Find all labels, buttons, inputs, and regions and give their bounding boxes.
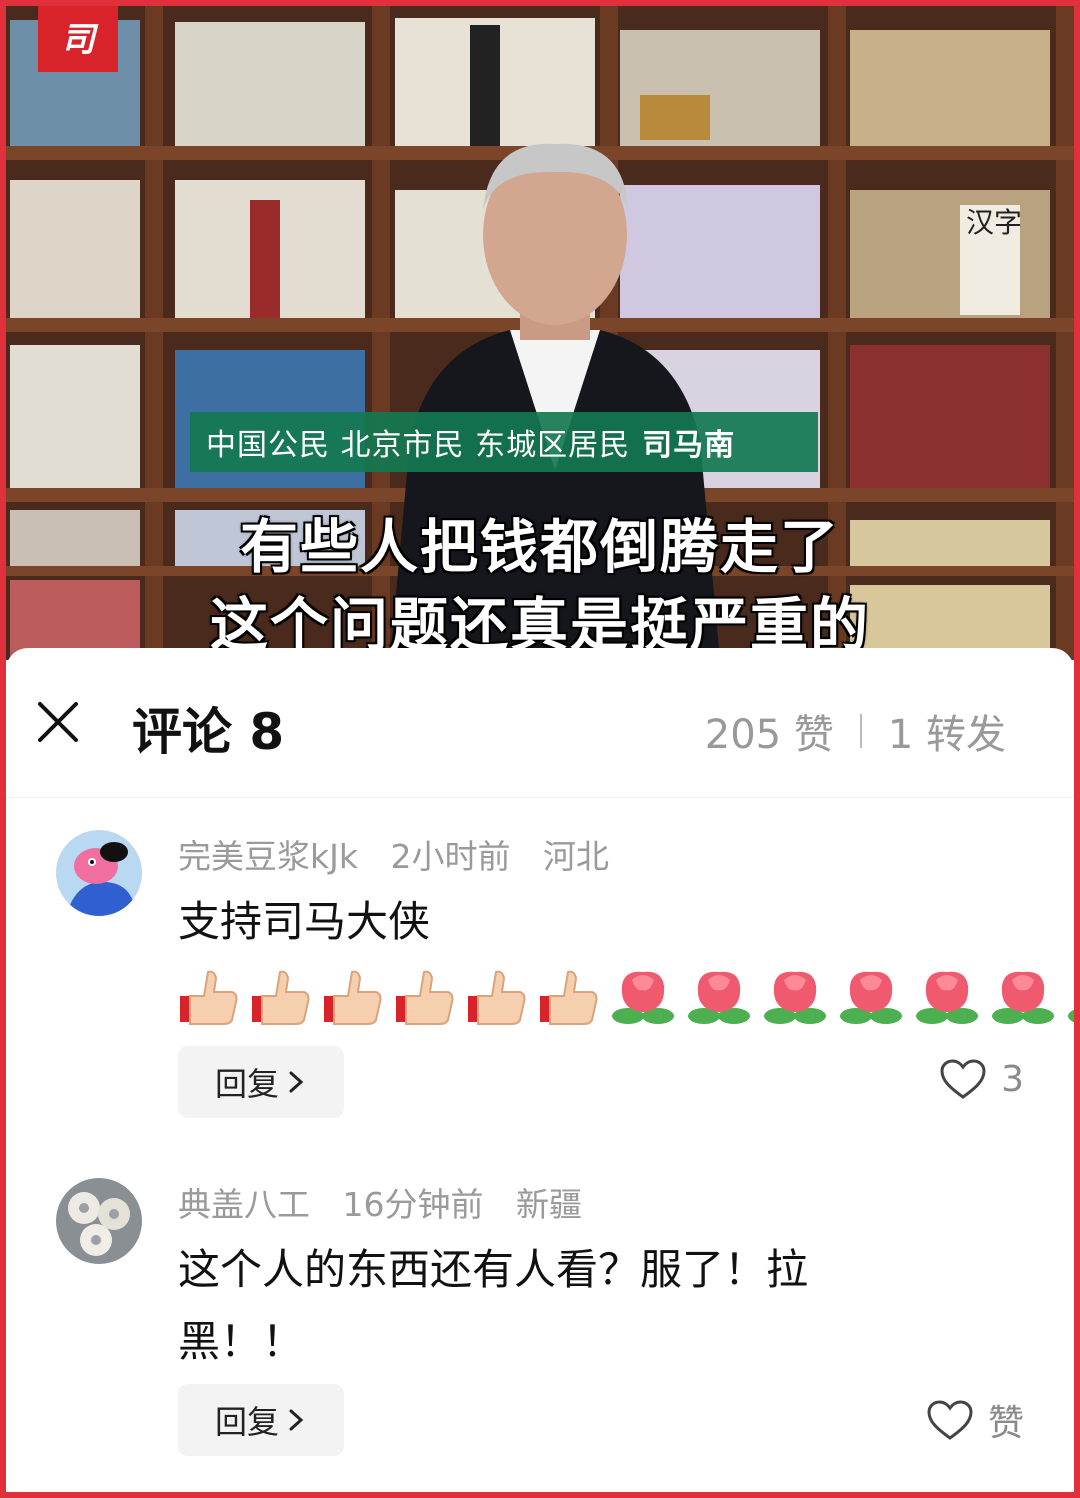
reply-button[interactable]: 回复 bbox=[178, 1384, 344, 1456]
comment-location: 河北 bbox=[542, 837, 609, 876]
video-player[interactable]: 汉字 司 中国公民 北京市民 东城区居民 司马南 有些人把钱都倒腾走了 这个问题… bbox=[0, 0, 1080, 660]
channel-logo: 司 bbox=[38, 0, 118, 72]
close-icon bbox=[38, 702, 78, 742]
shares-count[interactable]: 1 转发 bbox=[888, 702, 1006, 760]
comment-meta: 典盖八工 16分钟前 新疆 bbox=[178, 1178, 604, 1226]
like-count: 3 bbox=[1001, 1058, 1024, 1100]
emoji-group bbox=[178, 966, 1080, 1028]
comment-body: 支持司马大侠 bbox=[178, 897, 431, 946]
rose-icon bbox=[916, 971, 978, 1024]
heart-icon bbox=[927, 1400, 973, 1440]
like-button[interactable]: 3 bbox=[939, 1058, 1024, 1100]
pattern-avatar-icon bbox=[56, 1178, 142, 1264]
chevron-right-icon bbox=[289, 1409, 304, 1431]
rose-icon bbox=[840, 971, 902, 1024]
rose-icon bbox=[1068, 978, 1080, 1024]
thumbs-up-icon bbox=[180, 970, 238, 1025]
reply-label: 回复 bbox=[214, 1065, 279, 1103]
comment-location: 新疆 bbox=[516, 1185, 582, 1224]
likes-count[interactable]: 205 赞 bbox=[705, 702, 834, 760]
rose-icon bbox=[764, 971, 826, 1024]
comment-author[interactable]: 典盖八工 bbox=[178, 1185, 310, 1224]
reply-label: 回复 bbox=[214, 1403, 279, 1441]
comment-sheet: 评论 8 205 赞 1 转发 完美豆浆kJk 2小时前 河北 支持司马大侠 回… bbox=[6, 648, 1080, 1498]
close-button[interactable] bbox=[36, 700, 80, 744]
stats-divider bbox=[859, 714, 862, 748]
rose-icon bbox=[688, 971, 750, 1024]
like-label: 赞 bbox=[987, 1403, 1024, 1444]
cartoon-avatar-icon bbox=[56, 830, 142, 916]
comment-author[interactable]: 完美豆浆kJk bbox=[178, 837, 358, 876]
reply-button[interactable]: 回复 bbox=[178, 1046, 344, 1118]
like-button[interactable]: 赞 bbox=[926, 1394, 1024, 1446]
name-caption-name: 司马南 bbox=[642, 428, 736, 463]
thumbs-up-icon bbox=[540, 970, 598, 1025]
rose-icon bbox=[992, 971, 1054, 1024]
comment-time: 16分钟前 bbox=[342, 1185, 484, 1224]
thumbs-up-icon bbox=[468, 970, 526, 1025]
comment-time: 2小时前 bbox=[390, 837, 511, 876]
name-caption-prefix: 中国公民 北京市民 东城区居民 bbox=[206, 428, 631, 463]
comment-sheet-header: 评论 8 205 赞 1 转发 bbox=[6, 648, 1074, 798]
heart-icon bbox=[940, 1059, 986, 1099]
chevron-right-icon bbox=[289, 1071, 304, 1093]
comment-text: 支持司马大侠 bbox=[178, 886, 1080, 1030]
comment-body: 这个人的东西还有人看？服了！拉黑！！ bbox=[178, 1245, 809, 1366]
comment-meta: 完美豆浆kJk 2小时前 河北 bbox=[178, 830, 631, 878]
thumbs-up-icon bbox=[396, 970, 454, 1025]
subtitle-line-1: 有些人把钱都倒腾走了 bbox=[239, 513, 840, 581]
name-caption: 中国公民 北京市民 东城区居民 司马南 bbox=[190, 412, 818, 472]
thumbs-up-icon bbox=[324, 970, 382, 1025]
thumbs-up-icon bbox=[252, 970, 310, 1025]
avatar[interactable] bbox=[56, 830, 142, 916]
post-stats: 205 赞 1 转发 bbox=[705, 702, 1006, 760]
rose-icon bbox=[612, 971, 674, 1024]
shelf-book-text: 汉字 bbox=[966, 206, 1022, 239]
comment-count-title: 评论 8 bbox=[132, 703, 285, 761]
avatar[interactable] bbox=[56, 1178, 142, 1264]
